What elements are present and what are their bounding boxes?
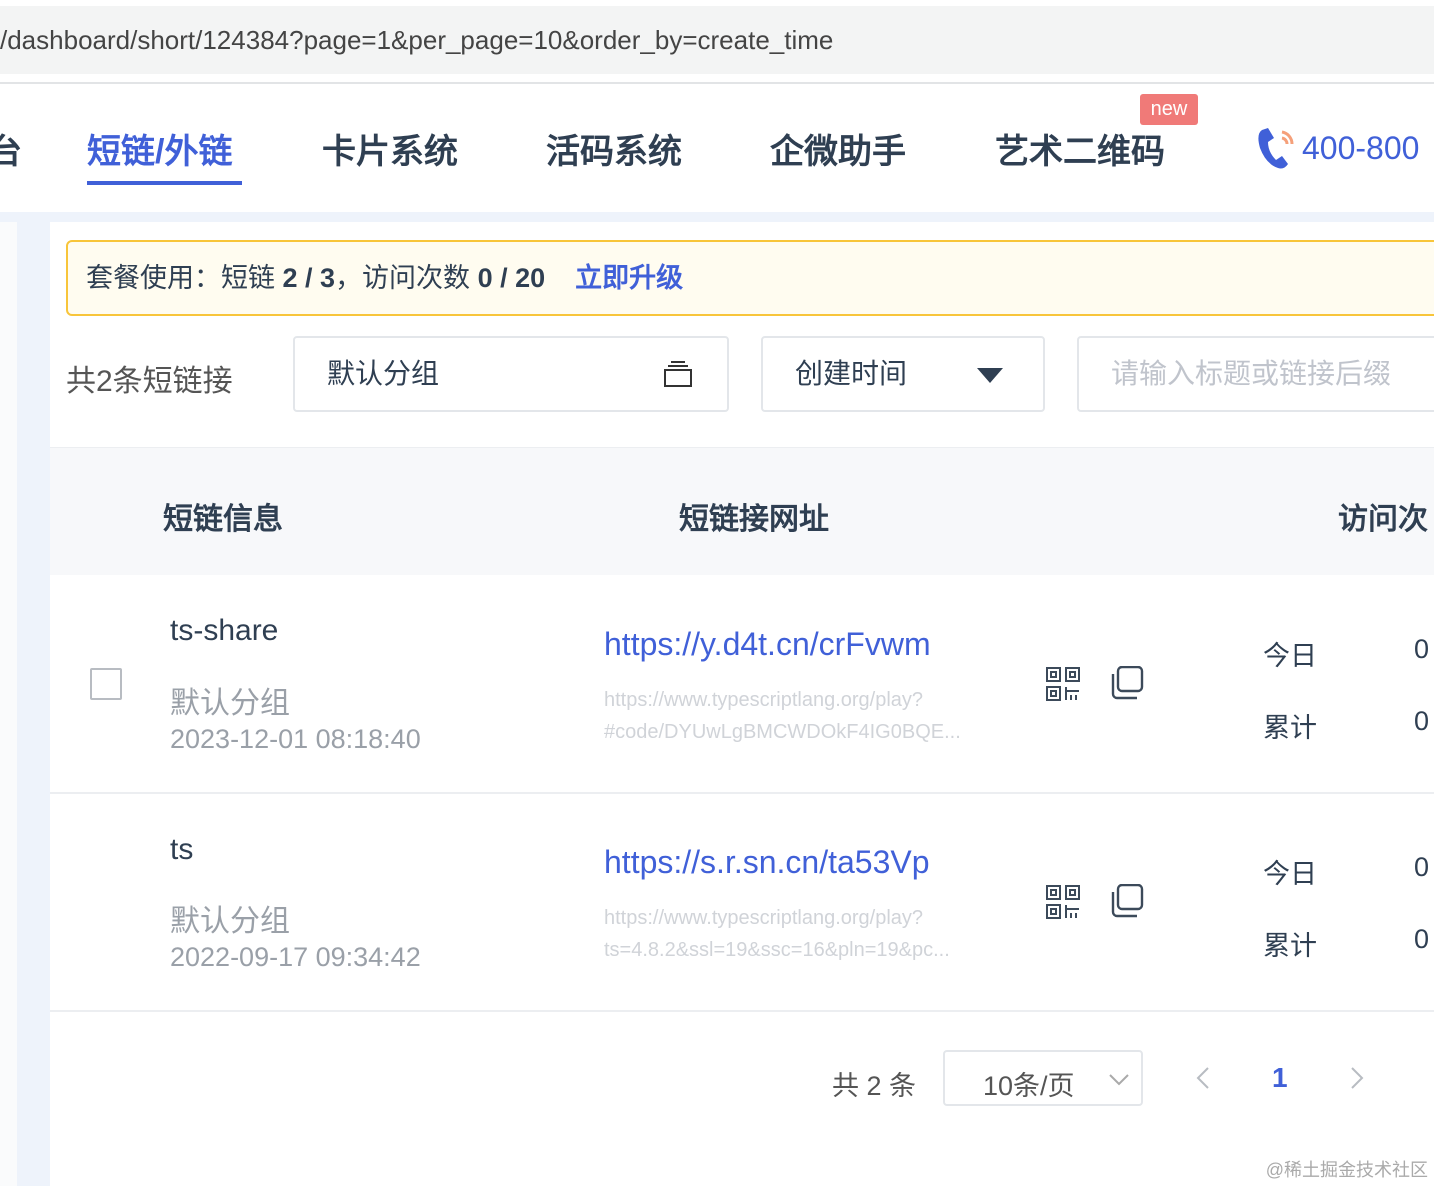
active-tab-indicator [87, 181, 242, 185]
col-link-info: 短链信息 [163, 503, 283, 536]
tab-wecom-assistant[interactable]: 企微助手 [770, 124, 906, 173]
today-label: 今日 [1263, 641, 1317, 671]
search-input[interactable]: 请输入标题或链接后缀 [1077, 336, 1434, 412]
upgrade-link[interactable]: 立即升级 [575, 263, 683, 293]
sidebar [0, 222, 17, 1186]
page-size-value: 10条/页 [983, 1071, 1075, 1101]
link-count: 共2条短链接 [66, 365, 233, 398]
plan-usage-alert: 套餐使用：短链 2 / 3，访问次数 0 / 20 立即升级 [66, 240, 1434, 316]
col-short-url: 短链接网址 [679, 503, 829, 536]
total-label: 累计 [1263, 713, 1317, 743]
visit-usage: 0 / 20 [477, 263, 546, 293]
sort-select[interactable]: 创建时间 [761, 336, 1045, 412]
total-label: 累计 [1263, 931, 1317, 961]
link-group: 默认分组 [170, 687, 290, 720]
copy-icon[interactable] [1110, 884, 1144, 918]
watermark: @稀土掘金技术社区 [1265, 1160, 1428, 1180]
original-url-line: https://www.typescriptlang.org/play? [604, 907, 924, 929]
nav-partial-item[interactable]: 台 [0, 124, 22, 173]
copy-icon[interactable] [1110, 666, 1144, 700]
today-visits: 0 [1414, 634, 1430, 664]
today-label: 今日 [1263, 859, 1317, 889]
phone-icon [1258, 128, 1294, 169]
link-date: 2023-12-01 08:18:40 [170, 724, 421, 754]
original-url: https://www.typescriptlang.org/play? #cod… [604, 684, 961, 748]
total-visits: 0 [1414, 924, 1430, 954]
new-badge: new [1140, 94, 1198, 125]
page-size-select[interactable]: 10条/页 [943, 1050, 1143, 1106]
phone-number[interactable]: 400-800 [1302, 130, 1419, 167]
qrcode-icon[interactable] [1046, 885, 1080, 919]
page-1[interactable]: 1 [1272, 1062, 1288, 1094]
col-visits: 访问次 [1338, 503, 1428, 536]
tab-short-link[interactable]: 短链/外链 [87, 124, 232, 173]
link-title: ts [170, 833, 194, 866]
original-url: https://www.typescriptlang.org/play? ts=4… [604, 902, 950, 966]
short-url-link[interactable]: https://s.r.sn.cn/ta53Vp [604, 844, 930, 881]
tab-art-qrcode[interactable]: 艺术二维码 [995, 124, 1165, 173]
divider [0, 82, 1434, 84]
next-page-icon[interactable] [1350, 1067, 1364, 1089]
stack-icon [664, 361, 692, 387]
sort-value: 创建时间 [795, 358, 908, 389]
short-url-link[interactable]: https://y.d4t.cn/crFvwm [604, 626, 931, 663]
original-url-line: #code/DYUwLgBMCWDOkF4IG0BQE... [604, 721, 961, 743]
chevron-down-icon [1109, 1074, 1129, 1086]
usage-sep: ，访问次数 [335, 263, 471, 293]
original-url-line: ts=4.8.2&ssl=19&ssc=16&pln=19&pc... [604, 939, 950, 961]
short-usage: 2 / 3 [282, 263, 336, 293]
today-visits: 0 [1414, 852, 1430, 882]
total-visits: 0 [1414, 706, 1430, 736]
original-url-line: https://www.typescriptlang.org/play? [604, 689, 924, 711]
tab-card-system[interactable]: 卡片系统 [322, 124, 458, 173]
link-title: ts-share [170, 614, 279, 647]
tab-live-code[interactable]: 活码系统 [546, 124, 682, 173]
group-select[interactable]: 默认分组 [293, 336, 729, 412]
qrcode-icon[interactable] [1046, 667, 1080, 701]
pagination-total: 共 2 条 [832, 1071, 917, 1101]
prev-page-icon[interactable] [1196, 1067, 1210, 1089]
group-value: 默认分组 [327, 358, 440, 389]
row-checkbox[interactable] [90, 668, 122, 700]
link-group: 默认分组 [170, 905, 290, 938]
caret-down-icon [977, 368, 1003, 383]
link-date: 2022-09-17 09:34:42 [170, 942, 421, 972]
usage-prefix: 套餐使用：短链 [86, 263, 275, 293]
address-bar[interactable]: /dashboard/short/124384?page=1&per_page=… [0, 6, 1434, 74]
